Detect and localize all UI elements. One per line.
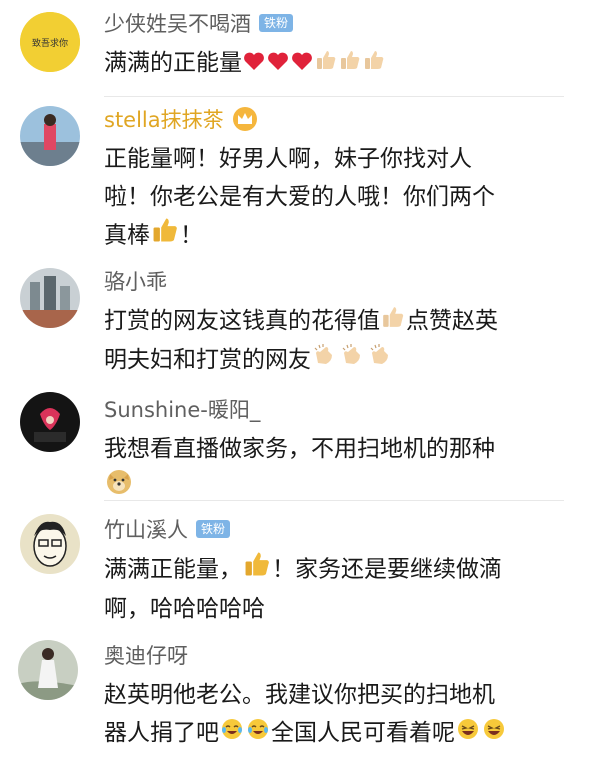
heart-icon <box>243 45 265 83</box>
avatar[interactable] <box>20 514 80 574</box>
crying-laughing-icon <box>246 715 270 753</box>
divider <box>104 500 564 501</box>
avatar[interactable] <box>20 106 80 166</box>
laughing-icon <box>482 715 506 753</box>
username[interactable]: 奥迪仔呀 <box>104 640 188 670</box>
clapping-icon <box>340 341 366 379</box>
clapping-icon <box>368 341 394 379</box>
divider <box>104 96 564 97</box>
doge-icon <box>105 468 133 508</box>
username[interactable]: stella抹抹茶 <box>104 104 224 134</box>
comment-item: 骆小乖 打赏的网友这钱真的花得值 点赞赵英 明夫妇和打赏的网友 <box>0 262 589 382</box>
thumbs-up-icon <box>243 550 271 590</box>
thumbs-up-icon <box>339 45 361 83</box>
avatar[interactable]: 致吾求你 <box>20 12 80 72</box>
thumbs-up-icon <box>315 45 337 83</box>
fan-badge: 铁粉 <box>196 520 231 538</box>
comment-item: stella抹抹茶 正能量啊！好男人啊，妹子你找对人 啦！你老公是有大爱的人哦！… <box>0 100 589 260</box>
username[interactable]: 骆小乖 <box>104 266 167 296</box>
comment-text: 满满正能量， ！家务还是要继续做滴 啊，哈哈哈哈哈 <box>104 550 502 628</box>
comment-item: 奥迪仔呀 赵英明他老公。我建议你把买的扫地机 器人捐了吧 全国人民可看着呢 <box>0 636 589 768</box>
avatar[interactable] <box>20 268 80 328</box>
crown-icon <box>232 106 258 132</box>
comment-item: 竹山溪人 铁粉 满满正能量， ！家务还是要继续做滴 啊，哈哈哈哈哈 <box>0 510 589 630</box>
username[interactable]: Sunshine-暖阳_ <box>104 394 260 424</box>
heart-icon <box>291 45 313 83</box>
comment-text: 我想看直播做家务，不用扫地机的那种 <box>104 430 495 508</box>
comment-text: 满满的正能量 <box>104 44 386 83</box>
comment-item: 致吾求你 少侠姓吴不喝酒 铁粉 满满的正能量 <box>0 0 589 100</box>
comment-text: 打赏的网友这钱真的花得值 点赞赵英 明夫妇和打赏的网友 <box>104 302 498 379</box>
username[interactable]: 竹山溪人 <box>104 514 188 544</box>
avatar[interactable] <box>18 640 78 700</box>
clapping-icon <box>312 341 338 379</box>
comment-text: 正能量啊！好男人啊，妹子你找对人 啦！你老公是有大爱的人哦！你们两个 真棒！ <box>104 140 495 256</box>
laughing-icon <box>456 715 480 753</box>
thumbs-up-icon <box>363 45 385 83</box>
thumbs-up-icon <box>151 216 179 256</box>
crying-laughing-icon <box>220 715 244 753</box>
heart-icon <box>267 45 289 83</box>
comment-item: Sunshine-暖阳_ 我想看直播做家务，不用扫地机的那种 <box>0 388 589 498</box>
avatar-text: 致吾求你 <box>32 37 68 49</box>
username[interactable]: 少侠姓吴不喝酒 <box>104 8 251 38</box>
fan-badge: 铁粉 <box>259 14 294 32</box>
thumbs-up-icon <box>381 303 405 341</box>
comment-text: 赵英明他老公。我建议你把买的扫地机 器人捐了吧 全国人民可看着呢 <box>104 676 507 753</box>
avatar[interactable] <box>20 392 80 452</box>
